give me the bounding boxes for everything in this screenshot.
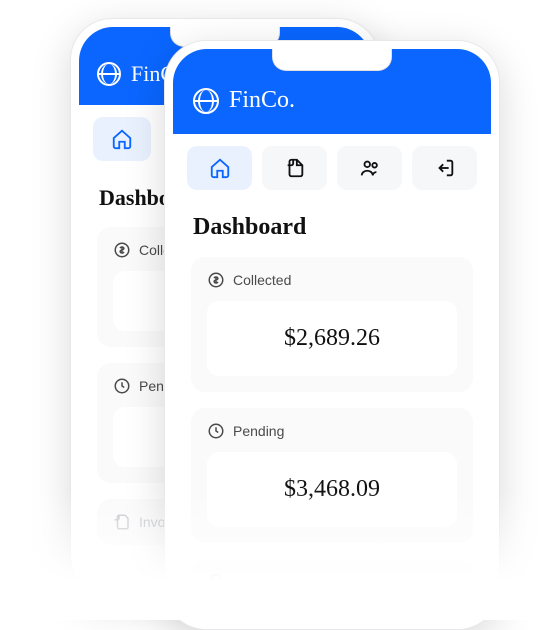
globe-icon — [97, 62, 121, 86]
globe-icon — [193, 88, 219, 114]
documents-icon — [284, 157, 306, 179]
card-collected: Collected $2,689.26 — [191, 257, 473, 392]
clock-icon — [207, 422, 225, 440]
phone-screen-front: FinCo. Dashboard Collected — [173, 49, 491, 621]
page-title: Dashboard — [193, 214, 471, 241]
nav-logout[interactable] — [412, 146, 477, 190]
brand-name: FinCo. — [229, 87, 295, 114]
nav-bar — [173, 134, 491, 202]
card-pending-value: $3,468.09 — [207, 452, 457, 527]
card-collected-label: Collected — [233, 272, 291, 288]
nav-home[interactable] — [93, 117, 151, 161]
card-pending-label: Pending — [233, 423, 284, 439]
invoices-icon — [113, 513, 131, 531]
logout-icon — [434, 157, 456, 179]
card-collected-value: $2,689.26 — [207, 301, 457, 376]
nav-home[interactable] — [187, 146, 252, 190]
invoices-label: Invoices — [233, 574, 284, 590]
people-icon — [359, 157, 381, 179]
dollar-icon — [207, 271, 225, 289]
clock-icon — [113, 377, 131, 395]
home-icon — [111, 128, 133, 150]
invoices-section[interactable]: Invoices — [191, 559, 473, 605]
card-pending: Pending $3,468.09 — [191, 408, 473, 543]
phone-frame-front: FinCo. Dashboard Collected — [164, 40, 500, 630]
nav-documents[interactable] — [262, 146, 327, 190]
nav-people[interactable] — [337, 146, 402, 190]
dollar-icon — [113, 241, 131, 259]
phone-notch — [272, 49, 392, 71]
page-content: Dashboard Collected $2,689.26 Pending $3… — [173, 202, 491, 621]
invoices-icon — [207, 573, 225, 591]
home-icon — [209, 157, 231, 179]
